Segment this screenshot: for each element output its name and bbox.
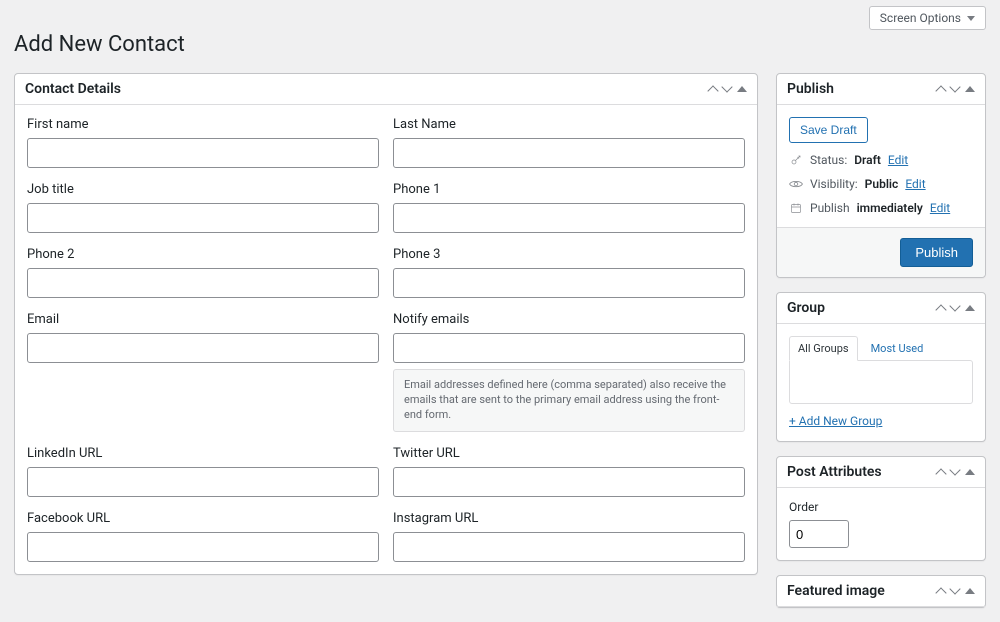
save-draft-button[interactable]: Save Draft [789,117,868,143]
screen-options-toggle[interactable]: Screen Options [869,6,986,30]
order-label: Order [789,500,973,514]
add-new-group-link[interactable]: + Add New Group [789,414,882,428]
page-title: Add New Contact [0,30,1000,73]
edit-visibility-link[interactable]: Edit [905,177,925,191]
move-up-icon[interactable] [935,85,946,96]
notify-emails-label: Notify emails [393,312,745,327]
featured-image-box: Featured image [776,575,986,608]
phone2-input[interactable] [27,268,379,298]
facebook-label: Facebook URL [27,511,379,526]
toggle-panel-icon[interactable] [965,305,975,311]
schedule-value: immediately [857,201,923,215]
schedule-label: Publish [810,201,850,215]
phone3-label: Phone 3 [393,247,745,262]
move-up-icon[interactable] [935,304,946,315]
contact-details-title: Contact Details [25,81,121,97]
tab-most-used[interactable]: Most Used [862,336,933,361]
move-down-icon[interactable] [949,81,960,92]
visibility-value: Public [865,177,899,191]
status-label: Status: [810,153,847,167]
toggle-panel-icon[interactable] [965,86,975,92]
move-up-icon[interactable] [935,587,946,598]
twitter-input[interactable] [393,467,745,497]
move-up-icon[interactable] [707,85,718,96]
last-name-label: Last Name [393,117,745,132]
move-down-icon[interactable] [949,583,960,594]
phone3-input[interactable] [393,268,745,298]
edit-status-link[interactable]: Edit [888,153,908,167]
email-label: Email [27,312,379,327]
move-down-icon[interactable] [949,300,960,311]
toggle-panel-icon[interactable] [965,588,975,594]
first-name-label: First name [27,117,379,132]
linkedin-input[interactable] [27,467,379,497]
order-input[interactable] [789,520,849,548]
group-list-panel [789,360,973,404]
move-down-icon[interactable] [949,464,960,475]
phone1-label: Phone 1 [393,182,745,197]
first-name-input[interactable] [27,138,379,168]
move-down-icon[interactable] [721,81,732,92]
email-input[interactable] [27,333,379,363]
visibility-label: Visibility: [810,177,858,191]
facebook-input[interactable] [27,532,379,562]
publish-box: Publish Save Draft Status: Draft [776,73,986,278]
publish-button[interactable]: Publish [900,238,973,267]
tab-all-groups[interactable]: All Groups [789,336,858,361]
contact-details-box: Contact Details First name Last Name [14,73,758,575]
visibility-icon [789,178,803,190]
notify-emails-input[interactable] [393,333,745,363]
status-icon [789,154,803,166]
toggle-panel-icon[interactable] [737,86,747,92]
linkedin-label: LinkedIn URL [27,446,379,461]
job-title-input[interactable] [27,203,379,233]
chevron-down-icon [967,16,975,21]
group-box: Group All Groups Most Used + Add New Gro… [776,292,986,442]
move-up-icon[interactable] [935,468,946,479]
phone2-label: Phone 2 [27,247,379,262]
publish-title: Publish [787,81,834,97]
instagram-input[interactable] [393,532,745,562]
phone1-input[interactable] [393,203,745,233]
job-title-label: Job title [27,182,379,197]
instagram-label: Instagram URL [393,511,745,526]
screen-options-label: Screen Options [880,11,961,25]
featured-image-title: Featured image [787,583,885,599]
notify-emails-hint: Email addresses defined here (comma sepa… [393,369,745,432]
last-name-input[interactable] [393,138,745,168]
edit-schedule-link[interactable]: Edit [930,201,950,215]
post-attributes-title: Post Attributes [787,464,882,480]
twitter-label: Twitter URL [393,446,745,461]
toggle-panel-icon[interactable] [965,469,975,475]
status-value: Draft [854,153,881,167]
post-attributes-box: Post Attributes Order [776,456,986,561]
schedule-icon [789,202,803,214]
group-title: Group [787,300,825,316]
